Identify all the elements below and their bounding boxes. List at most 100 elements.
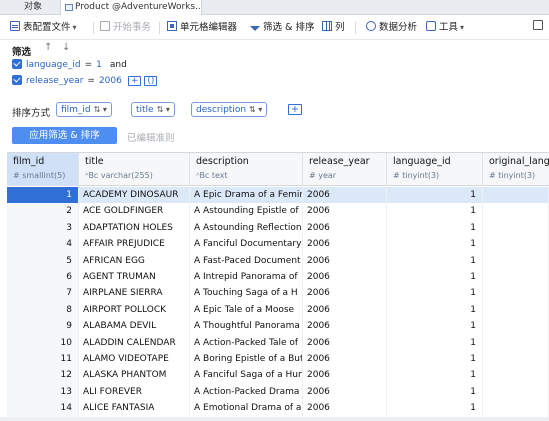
filter-value[interactable]: 1 [96, 60, 102, 70]
cell-original-language-id[interactable] [483, 219, 549, 237]
cell-original-language-id[interactable] [483, 285, 549, 302]
cell-film-id[interactable]: 4 [7, 236, 79, 253]
cell-description[interactable]: A Intrepid Panorama of [190, 269, 303, 286]
cell-release-year[interactable]: 2006 [303, 203, 387, 220]
filter-field[interactable]: language_id [26, 60, 81, 70]
add-expression-button[interactable]: () [144, 76, 158, 86]
table-row[interactable]: 1 ACADEMY DINOSAUR A Epic Drama of a Femin… [7, 187, 549, 204]
table-row[interactable]: 10 ALADDIN CALENDAR A Action-Packed Tale o… [7, 334, 549, 351]
table-row[interactable]: 7 AIRPLANE SIERRA A Touching Saga of a H 20… [7, 285, 549, 302]
table-row[interactable]: 2 ACE GOLDFINGER A Astounding Epistle of 20… [7, 203, 549, 220]
table-row[interactable]: 13 ALI FOREVER A Action-Packed Drama 2006 1 [7, 383, 549, 401]
arrow-down-icon[interactable]: ↓ [62, 42, 70, 53]
data-analysis-button[interactable]: 数据分析 [366, 20, 417, 36]
cell-original-language-id[interactable] [483, 367, 549, 384]
cell-original-language-id[interactable] [483, 187, 549, 204]
cell-editor-button[interactable]: 单元格编辑器 [167, 20, 237, 36]
cell-release-year[interactable]: 2006 [303, 269, 387, 286]
cell-release-year[interactable]: 2006 [303, 285, 387, 302]
cell-description[interactable]: A Touching Saga of a H [190, 285, 303, 302]
tab-objects[interactable]: 对象 [6, 0, 60, 15]
add-condition-button[interactable]: + [127, 76, 142, 86]
cell-language-id[interactable]: 1 [387, 219, 483, 237]
cell-original-language-id[interactable] [483, 400, 549, 417]
cell-release-year[interactable]: 2006 [303, 334, 387, 351]
cell-release-year[interactable]: 2006 [303, 252, 387, 269]
cell-film-id[interactable]: 9 [7, 318, 79, 335]
cell-release-year[interactable]: 2006 [303, 318, 387, 335]
column-header-film-id[interactable]: film_id # smallint(5) [7, 153, 79, 186]
cell-film-id[interactable]: 8 [7, 301, 79, 319]
cell-language-id[interactable]: 1 [387, 203, 483, 220]
column-header-original-language-id[interactable]: original_langu # tinyint(3) [483, 153, 549, 186]
filter-field[interactable]: release_year [26, 76, 83, 86]
cell-release-year[interactable]: 2006 [303, 367, 387, 384]
cell-description[interactable]: A Fast-Paced Document [190, 252, 303, 269]
cell-description[interactable]: A Epic Tale of a Moose [190, 301, 303, 319]
cell-film-id[interactable]: 6 [7, 269, 79, 286]
filter-sort-button[interactable]: 筛选 & 排序 [250, 20, 314, 36]
cell-title[interactable]: ACE GOLDFINGER [79, 203, 190, 220]
cell-original-language-id[interactable] [483, 351, 549, 368]
cell-film-id[interactable]: 12 [7, 367, 79, 384]
cell-film-id[interactable]: 13 [7, 383, 79, 401]
cell-title[interactable]: ALAMO VIDEOTAPE [79, 351, 190, 368]
table-row[interactable]: 9 ALABAMA DEVIL A Thoughtful Panorama 2006 1 [7, 318, 549, 335]
cell-description[interactable]: A Fanciful Documentary [190, 236, 303, 253]
filter-condition-row[interactable]: language_id = 1 and [12, 59, 127, 72]
checkbox-icon[interactable] [12, 59, 22, 69]
cell-title[interactable]: AFRICAN EGG [79, 252, 190, 269]
cell-title[interactable]: ACADEMY DINOSAUR [79, 187, 190, 204]
cell-language-id[interactable]: 1 [387, 400, 483, 417]
tools-button[interactable]: 工具 ▾ [426, 20, 464, 36]
cell-language-id[interactable]: 1 [387, 269, 483, 286]
cell-description[interactable]: A Astounding Epistle of [190, 203, 303, 220]
config-file-button[interactable]: 表配置文件 ▾ [10, 20, 77, 36]
column-header-title[interactable]: title ᴬBc varchar(255) [79, 153, 190, 186]
cell-language-id[interactable]: 1 [387, 187, 483, 204]
cell-title[interactable]: ALADDIN CALENDAR [79, 334, 190, 351]
cell-original-language-id[interactable] [483, 269, 549, 286]
filter-operator[interactable]: = [85, 60, 93, 70]
filter-condition-row[interactable]: release_year = 2006 +() [12, 75, 158, 88]
cell-release-year[interactable]: 2006 [303, 187, 387, 204]
cell-title[interactable]: AIRPLANE SIERRA [79, 285, 190, 302]
cell-description[interactable]: A Fanciful Saga of a Hun [190, 367, 303, 384]
filter-operator[interactable]: = [87, 76, 95, 86]
cell-description[interactable]: A Thoughtful Panorama [190, 318, 303, 335]
cell-language-id[interactable]: 1 [387, 285, 483, 302]
cell-description[interactable]: A Astounding Reflection [190, 219, 303, 237]
cell-description[interactable]: A Emotional Drama of a [190, 400, 303, 417]
cell-original-language-id[interactable] [483, 236, 549, 253]
cell-title[interactable]: ALICE FANTASIA [79, 400, 190, 417]
cell-description[interactable]: A Boring Epistle of a But [190, 351, 303, 368]
tab-product-table[interactable]: Product @AdventureWorks... [60, 0, 202, 15]
column-header-release-year[interactable]: release_year # year [303, 153, 387, 186]
cell-title[interactable]: AFFAIR PREJUDICE [79, 236, 190, 253]
cell-language-id[interactable]: 1 [387, 236, 483, 253]
arrow-up-icon[interactable]: ↑ [44, 42, 52, 53]
cell-title[interactable]: ALASKA PHANTOM [79, 367, 190, 384]
cell-release-year[interactable]: 2006 [303, 236, 387, 253]
filter-value[interactable]: 2006 [99, 76, 122, 86]
cell-title[interactable]: ALABAMA DEVIL [79, 318, 190, 335]
filter-logic[interactable]: and [110, 60, 127, 70]
cell-film-id[interactable]: 1 [7, 187, 79, 204]
begin-transaction-button[interactable]: 开始事务 [100, 20, 151, 36]
cell-release-year[interactable]: 2006 [303, 400, 387, 417]
cell-language-id[interactable]: 1 [387, 351, 483, 368]
table-row[interactable]: 8 AIRPORT POLLOCK A Epic Tale of a Moose 20… [7, 301, 549, 319]
table-row[interactable]: 4 AFFAIR PREJUDICE A Fanciful Documentary 2… [7, 236, 549, 253]
cell-title[interactable]: AGENT TRUMAN [79, 269, 190, 286]
checkbox-icon[interactable] [12, 75, 22, 85]
apply-filter-sort-button[interactable]: 应用筛选 & 排序 [12, 127, 117, 144]
cell-description[interactable]: A Action-Packed Drama [190, 383, 303, 401]
cell-film-id[interactable]: 14 [7, 400, 79, 417]
cell-original-language-id[interactable] [483, 383, 549, 401]
table-row[interactable]: 11 ALAMO VIDEOTAPE A Boring Epistle of a B… [7, 351, 549, 368]
cell-film-id[interactable]: 2 [7, 203, 79, 220]
cell-original-language-id[interactable] [483, 318, 549, 335]
columns-button[interactable]: 列 [322, 20, 345, 36]
cell-film-id[interactable]: 3 [7, 219, 79, 237]
table-row[interactable]: 3 ADAPTATION HOLES A Astounding Reflection… [7, 219, 549, 237]
